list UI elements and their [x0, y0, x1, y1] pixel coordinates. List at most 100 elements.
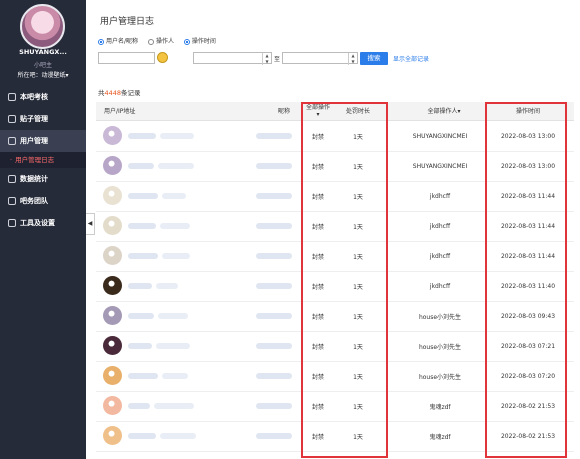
search-button[interactable]: 搜索 [360, 52, 388, 65]
header-operator-label: 全部操作人 [427, 107, 458, 115]
radio-label: 用户名/昵称 [106, 38, 139, 45]
username[interactable]: SHUYANGX... [0, 48, 86, 56]
nickname-blurred [256, 433, 292, 439]
sidebar-item-posts[interactable]: 贴子管理 [0, 108, 86, 130]
sidebar-item-label: 吧务团队 [20, 197, 48, 205]
team-icon [8, 197, 16, 205]
nickname-blurred [256, 223, 292, 229]
cell-operator: house小刘先生 [418, 343, 462, 351]
show-all-link[interactable]: 显示全部记录 [393, 54, 429, 63]
user-blurred [162, 253, 190, 259]
cell-operator: 鬼魂zdf [429, 403, 451, 411]
user-blurred [154, 403, 194, 409]
highlight-box-operation [301, 102, 388, 458]
nickname-blurred [256, 163, 292, 169]
count-suffix: 条记录 [121, 89, 141, 97]
radio-dot [147, 38, 154, 45]
count-value: 4448 [104, 89, 122, 97]
avatar[interactable] [103, 156, 122, 175]
bar-selector[interactable]: 所在吧：动漫壁纸▾ [0, 70, 86, 79]
nickname-blurred [256, 403, 292, 409]
user-blurred [160, 133, 194, 139]
user-blurred [128, 133, 156, 139]
doc-icon [8, 93, 16, 101]
sidebar-item-label: 用户管理 [20, 137, 48, 145]
user-blurred [128, 403, 150, 409]
radio-username[interactable]: 用户名/昵称 [98, 38, 138, 45]
radio-operator[interactable]: 操作人 [147, 38, 174, 45]
user-blurred [158, 313, 188, 319]
radio-dot [183, 38, 190, 45]
user-blurred [156, 343, 190, 349]
filter-radios: 用户名/昵称 操作人 操作时间 [98, 36, 224, 45]
cell-operator: jkdhcff [429, 282, 451, 290]
sidebar-item-settings[interactable]: 工具及设置 [0, 212, 86, 234]
username-input[interactable] [98, 52, 155, 64]
sidebar-item-stats[interactable]: 数据统计 [0, 168, 86, 190]
sidebar-subitem-user-log[interactable]: 用户管理日志 [0, 152, 86, 168]
cell-operator: house小刘先生 [418, 373, 462, 381]
chevron-down-icon: ▾ [457, 107, 461, 115]
sidebar-item-label: 数据统计 [20, 175, 48, 183]
user-blurred [128, 313, 154, 319]
nickname-blurred [256, 343, 292, 349]
user-blurred [128, 283, 152, 289]
date-spinner[interactable]: ▲ ▼ [348, 53, 357, 65]
gear-icon [8, 219, 16, 227]
nickname-blurred [256, 313, 292, 319]
cell-operator: jkdhcff [429, 192, 451, 200]
avatar[interactable] [103, 336, 122, 355]
user-blurred [128, 223, 156, 229]
avatar[interactable] [103, 426, 122, 445]
nickname-blurred [256, 193, 292, 199]
end-date-input[interactable]: ▲ ▼ [282, 52, 358, 65]
user-blurred [128, 343, 152, 349]
user-blurred [160, 433, 196, 439]
radio-time[interactable]: 操作时间 [183, 38, 216, 45]
avatar[interactable] [103, 186, 122, 205]
user-blurred [128, 193, 158, 199]
radio-dot [98, 38, 104, 45]
post-icon [8, 115, 16, 123]
avatar[interactable] [103, 246, 122, 265]
avatar[interactable] [103, 306, 122, 325]
user-blurred [160, 223, 190, 229]
page-title: 用户管理日志 [100, 17, 155, 27]
user-blurred [128, 163, 154, 169]
nickname-blurred [256, 253, 292, 259]
user-blurred [158, 163, 194, 169]
user-blurred [162, 373, 188, 379]
avatar[interactable] [20, 4, 65, 49]
record-count: 共4448条记录 [98, 87, 141, 97]
sidebar-menu: 本吧考核 贴子管理 用户管理 用户管理日志 数据统计 吧务团队 工具及设置 [0, 86, 86, 234]
cell-operator: SHUYANGXINCMEI [412, 162, 468, 170]
start-date-input[interactable]: ▲ ▼ [193, 52, 272, 65]
nickname-blurred [256, 373, 292, 379]
date-separator: 至 [274, 56, 281, 63]
sidebar-item-users[interactable]: 用户管理 [0, 130, 86, 152]
cell-operator: jkdhcff [429, 252, 451, 260]
nickname-blurred [256, 283, 292, 289]
emoji-icon[interactable] [157, 52, 168, 63]
sidebar-item-assessment[interactable]: 本吧考核 [0, 86, 86, 108]
header-operator-filter[interactable]: 全部操作人 ▾ [392, 102, 496, 120]
avatar[interactable] [103, 396, 122, 415]
user-icon [8, 137, 16, 145]
sidebar-item-team[interactable]: 吧务团队 [0, 190, 86, 212]
user-blurred [128, 433, 156, 439]
radio-label: 操作人 [155, 38, 174, 45]
user-blurred [156, 283, 178, 289]
sidebar: SHUYANGX... 小吧主 所在吧：动漫壁纸▾ 本吧考核 贴子管理 用户管理… [0, 0, 86, 459]
cell-operator: jkdhcff [429, 222, 451, 230]
sidebar-item-label: 贴子管理 [20, 115, 48, 123]
avatar[interactable] [103, 216, 122, 235]
user-blurred [128, 253, 158, 259]
sidebar-item-label: 本吧考核 [20, 93, 48, 101]
cell-operator: house小刘先生 [418, 313, 462, 321]
avatar[interactable] [103, 366, 122, 385]
cell-operator: 鬼魂zdf [429, 433, 451, 441]
user-blurred [128, 373, 158, 379]
avatar[interactable] [103, 126, 122, 145]
date-spinner[interactable]: ▲ ▼ [262, 53, 271, 65]
avatar[interactable] [103, 276, 122, 295]
